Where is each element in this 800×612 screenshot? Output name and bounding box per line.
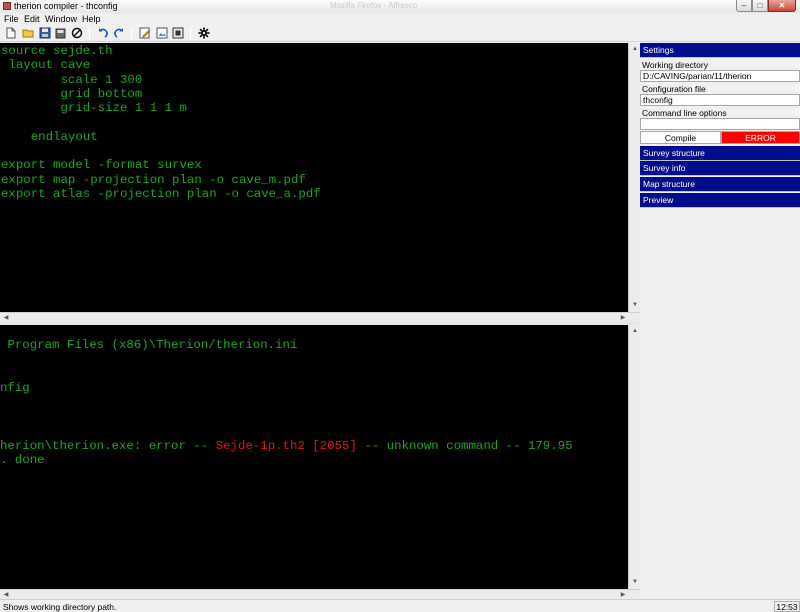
toolbar-separator	[89, 27, 90, 40]
undo-icon[interactable]	[97, 27, 109, 39]
app-icon	[3, 2, 11, 10]
working-directory-input[interactable]: D:/CAVING/parian/11/therion	[640, 70, 800, 82]
command-line-options-label: Command line options	[642, 108, 727, 118]
status-clock: 12:53	[774, 601, 800, 612]
log-line: herion\therion.exe: error --	[0, 438, 216, 453]
new-file-icon[interactable]	[5, 27, 17, 39]
working-directory-label: Working directory	[642, 60, 708, 70]
save-icon[interactable]	[39, 27, 51, 39]
log-line: . done	[0, 453, 45, 468]
compile-status-badge: ERROR	[721, 131, 800, 144]
code-line[interactable]	[1, 115, 628, 129]
log-line: Program Files (x86)\Therion/therion.ini	[0, 338, 298, 352]
background-window-title: Mozilla Firefox - Alfresco	[330, 1, 418, 10]
log-vertical-scrollbar[interactable]: ▲ ▼	[628, 325, 640, 589]
log-line: nfig	[0, 381, 30, 396]
survey-structure-header[interactable]: Survey structure	[640, 146, 800, 161]
app-window: therion compiler - thconfig Mozilla Fire…	[0, 0, 800, 612]
menu-edit[interactable]: Edit	[24, 14, 40, 24]
code-line[interactable]: layout cave	[1, 58, 628, 72]
log-error-location: Sejde-1p.th2 [2055]	[215, 438, 357, 453]
compiler-log[interactable]: Program Files (x86)\Therion/therion.ini …	[0, 325, 628, 589]
title-bar[interactable]: therion compiler - thconfig Mozilla Fire…	[0, 0, 800, 13]
editor-vertical-scrollbar[interactable]: ▲ ▼	[628, 43, 640, 312]
compiler-panel: Settings Working directory D:/CAVING/par…	[640, 43, 800, 599]
code-line[interactable]: grid-size 1 1 1 m	[1, 101, 628, 115]
toolbar-separator	[131, 27, 132, 40]
status-message: Shows working directory path.	[3, 602, 117, 612]
close-button[interactable]: ✕	[768, 0, 796, 12]
code-line[interactable]	[1, 144, 628, 158]
settings-header[interactable]: Settings	[640, 43, 800, 58]
gear-icon[interactable]	[198, 27, 210, 39]
code-line[interactable]: source sejde.th	[1, 44, 628, 58]
configuration-file-input[interactable]: thconfig	[640, 94, 800, 106]
log-line: -- unknown command -- 179.95	[356, 438, 573, 453]
toolbar-separator	[190, 27, 191, 40]
configuration-file-label: Configuration file	[642, 84, 706, 94]
edit-icon[interactable]	[139, 27, 151, 39]
editor-horizontal-scrollbar[interactable]: ◀ ▶	[0, 312, 640, 322]
toolbar	[0, 25, 800, 42]
code-editor[interactable]: source sejde.th layout cave scale 1 300 …	[0, 43, 628, 312]
maximize-button[interactable]: □	[752, 0, 768, 12]
scroll-up-icon[interactable]: ▲	[630, 44, 640, 54]
menu-file[interactable]: File	[4, 14, 19, 24]
minimize-button[interactable]: –	[736, 0, 752, 12]
log-horizontal-scrollbar[interactable]: ◀ ▶	[0, 589, 640, 599]
preview-header[interactable]: Preview	[640, 193, 800, 208]
log-content: Program Files (x86)\Therion/therion.ini …	[0, 325, 628, 468]
code-line[interactable]: export model -format survex	[1, 158, 628, 172]
stop-icon[interactable]	[71, 27, 83, 39]
code-line[interactable]: endlayout	[1, 130, 628, 144]
scroll-up-icon[interactable]: ▲	[630, 326, 640, 336]
code-line[interactable]: scale 1 300	[1, 73, 628, 87]
menu-help[interactable]: Help	[82, 14, 101, 24]
command-line-options-input[interactable]	[640, 118, 800, 130]
map-structure-header[interactable]: Map structure	[640, 177, 800, 192]
open-folder-icon[interactable]	[22, 27, 34, 39]
compile-icon[interactable]	[172, 27, 184, 39]
scroll-down-icon[interactable]: ▼	[630, 300, 640, 310]
compile-button[interactable]: Compile	[640, 131, 721, 144]
save-all-icon[interactable]	[55, 27, 67, 39]
window-title: therion compiler - thconfig	[14, 1, 118, 11]
code-line[interactable]: export map -projection plan -o cave_m.pd…	[1, 173, 628, 187]
menu-bar: File Edit Window Help	[0, 13, 800, 25]
code-content[interactable]: source sejde.th layout cave scale 1 300 …	[0, 43, 628, 201]
scroll-down-icon[interactable]: ▼	[630, 577, 640, 587]
menu-window[interactable]: Window	[45, 14, 77, 24]
status-bar: Shows working directory path. 12:53	[0, 599, 800, 612]
redo-icon[interactable]	[113, 27, 125, 39]
code-line[interactable]: grid bottom	[1, 87, 628, 101]
image-icon[interactable]	[156, 27, 168, 39]
code-line[interactable]: export atlas -projection plan -o cave_a.…	[1, 187, 628, 201]
survey-info-header[interactable]: Survey info	[640, 161, 800, 176]
